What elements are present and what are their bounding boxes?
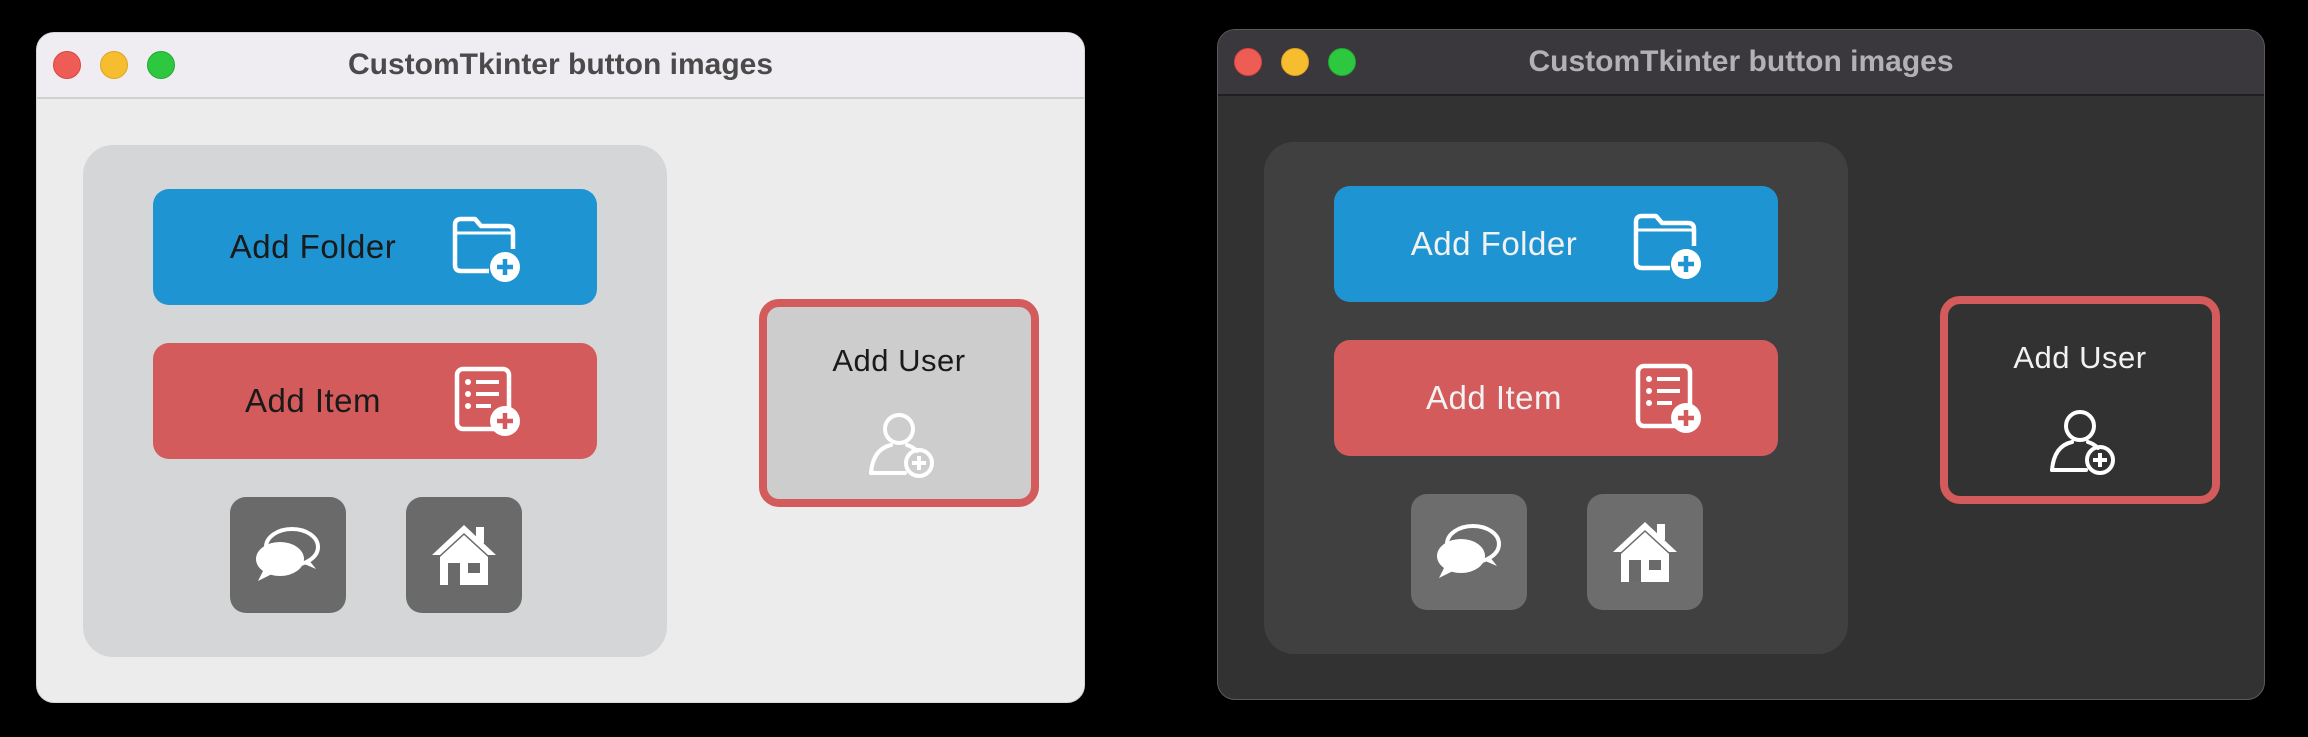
add-user-button[interactable]: Add User: [759, 299, 1039, 507]
add-item-label: Add Item: [1425, 379, 1563, 416]
add-item-button[interactable]: Add Item: [1334, 340, 1778, 456]
add-folder-label: Add Folder: [229, 228, 397, 265]
chat-button[interactable]: [230, 497, 346, 613]
home-icon: [1607, 514, 1683, 590]
add-user-button[interactable]: Add User: [1940, 296, 2220, 504]
add-user-label: Add User: [832, 343, 966, 378]
home-button[interactable]: [1587, 494, 1703, 610]
list-plus-icon: [449, 363, 525, 439]
chat-bubbles-icon: [250, 517, 326, 593]
chat-bubbles-icon: [1431, 514, 1507, 590]
chat-button[interactable]: [1411, 494, 1527, 610]
user-plus-icon: [865, 407, 937, 479]
home-icon: [426, 517, 502, 593]
list-plus-icon: [1630, 360, 1706, 436]
folder-plus-icon: [1630, 206, 1706, 282]
window-light: CustomTkinter button images Add Folder A…: [36, 32, 1085, 703]
window-title: CustomTkinter button images: [347, 48, 774, 81]
add-item-label: Add Item: [244, 382, 382, 419]
folder-plus-icon: [449, 209, 525, 285]
add-folder-label: Add Folder: [1410, 225, 1578, 262]
title-bar[interactable]: CustomTkinter button images: [1218, 30, 2264, 96]
window-dark: CustomTkinter button images Add Folder A…: [1217, 29, 2265, 700]
add-folder-button[interactable]: Add Folder: [153, 189, 597, 305]
add-folder-button[interactable]: Add Folder: [1334, 186, 1778, 302]
add-user-label: Add User: [2013, 340, 2147, 375]
window-title: CustomTkinter button images: [1528, 45, 1954, 78]
add-item-button[interactable]: Add Item: [153, 343, 597, 459]
title-bar[interactable]: CustomTkinter button images: [37, 33, 1084, 99]
user-plus-icon: [2046, 404, 2118, 476]
home-button[interactable]: [406, 497, 522, 613]
